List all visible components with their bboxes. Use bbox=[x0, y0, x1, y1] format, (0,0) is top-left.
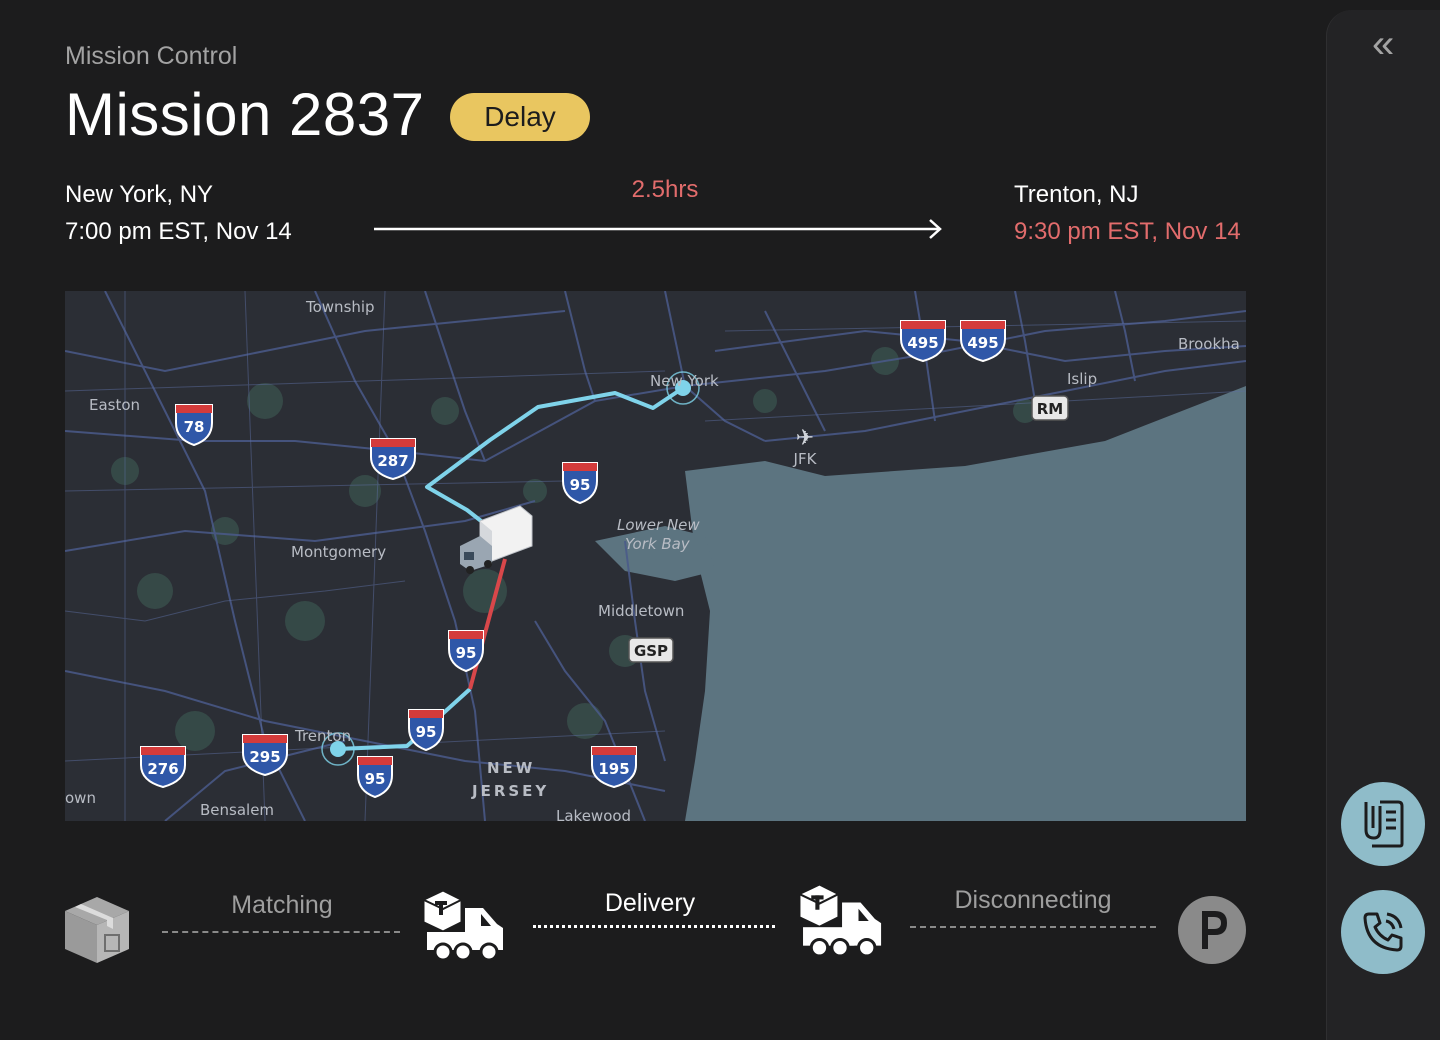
svg-text:95: 95 bbox=[416, 723, 437, 741]
map-label-jfk: JFK bbox=[793, 450, 818, 468]
svg-text:195: 195 bbox=[598, 760, 629, 778]
airport-plane-icon: ✈ bbox=[796, 426, 814, 451]
map-label-trenton: Trenton bbox=[294, 727, 351, 745]
breadcrumb[interactable]: Mission Control bbox=[65, 42, 237, 71]
map-label-town-left: own bbox=[65, 789, 96, 807]
svg-text:GSP: GSP bbox=[634, 642, 668, 660]
collapse-sidebar-icon[interactable]: « bbox=[1372, 24, 1394, 64]
page-title: Mission 2837 bbox=[65, 81, 425, 148]
parking-icon bbox=[1178, 896, 1246, 964]
destination-info: Trenton, NJ 9:30 pm EST, Nov 14 bbox=[1014, 176, 1241, 250]
map-label-easton: Easton bbox=[89, 396, 140, 414]
map-label-township: Township bbox=[305, 298, 375, 316]
right-sidebar bbox=[1326, 10, 1440, 1040]
step-disconnecting-label: Disconnecting bbox=[954, 886, 1112, 914]
map-label-jersey: JERSEY bbox=[471, 782, 549, 800]
status-badge: Delay bbox=[450, 93, 590, 141]
document-icon bbox=[1364, 800, 1404, 848]
trip-duration: 2.5hrs bbox=[631, 176, 699, 203]
step-delivery-label: Delivery bbox=[604, 889, 696, 917]
step-matching-label: Matching bbox=[231, 891, 333, 919]
destination-city: Trenton, NJ bbox=[1014, 181, 1139, 208]
destination-time: 9:30 pm EST, Nov 14 bbox=[1014, 218, 1241, 245]
map-label-bay-1: Lower New bbox=[617, 516, 700, 534]
step-matching-connector bbox=[162, 931, 400, 933]
package-icon bbox=[65, 897, 129, 963]
map-label-new-york: New York bbox=[650, 372, 719, 390]
svg-text:78: 78 bbox=[184, 418, 205, 436]
svg-text:295: 295 bbox=[249, 748, 280, 766]
svg-text:RM: RM bbox=[1037, 400, 1063, 418]
step-disconnecting-connector bbox=[910, 926, 1156, 928]
phone-icon bbox=[1363, 912, 1403, 952]
map-label-montgomery: Montgomery bbox=[291, 543, 386, 561]
svg-text:95: 95 bbox=[456, 644, 477, 662]
delivery-truck-icon bbox=[423, 890, 503, 962]
svg-text:287: 287 bbox=[377, 452, 408, 470]
route-arrow-icon bbox=[374, 219, 942, 239]
delivery-truck-icon bbox=[799, 884, 882, 958]
map-label-bay-2: York Bay bbox=[625, 535, 691, 553]
svg-text:95: 95 bbox=[570, 476, 591, 494]
map-label-bensalem: Bensalem bbox=[200, 801, 274, 819]
map-label-new: NEW bbox=[487, 759, 535, 777]
svg-text:495: 495 bbox=[907, 334, 938, 352]
svg-text:276: 276 bbox=[147, 760, 178, 778]
svg-text:95: 95 bbox=[365, 770, 386, 788]
svg-text:495: 495 bbox=[967, 334, 998, 352]
origin-info: New York, NY 7:00 pm EST, Nov 14 bbox=[65, 176, 292, 250]
map-label-islip: Islip bbox=[1067, 370, 1097, 388]
document-button[interactable] bbox=[1341, 782, 1425, 866]
map-label-lakewood: Lakewood bbox=[556, 807, 631, 821]
call-button[interactable] bbox=[1341, 890, 1425, 974]
map-label-middletown: Middletown bbox=[598, 602, 684, 620]
map-label-brookhaven: Brookha bbox=[1178, 335, 1240, 353]
main-panel: Mission Control Mission 2837 Delay New Y… bbox=[0, 0, 1326, 1024]
origin-city: New York, NY bbox=[65, 181, 214, 208]
step-delivery-connector bbox=[533, 925, 775, 928]
origin-time: 7:00 pm EST, Nov 14 bbox=[65, 218, 292, 245]
route-map[interactable]: ✈ New York Trenton Easton Montgomery Mid… bbox=[65, 291, 1246, 821]
